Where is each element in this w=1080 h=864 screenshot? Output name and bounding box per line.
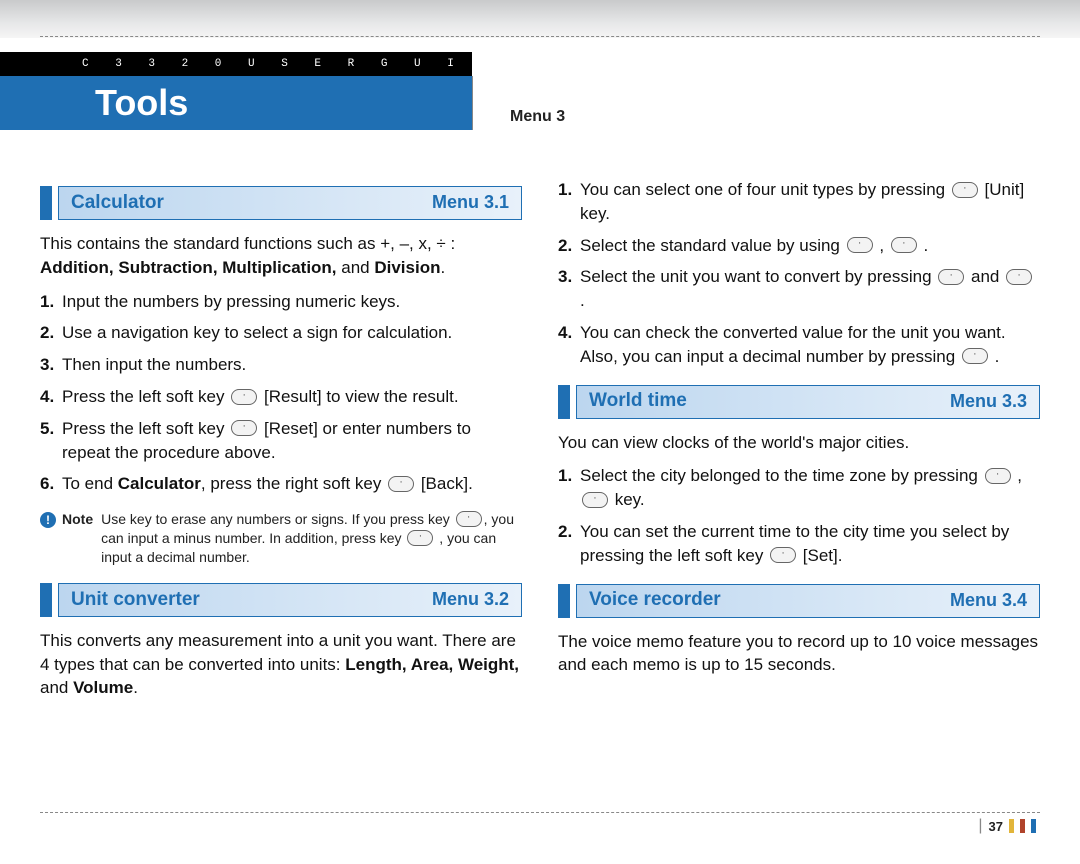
section-header-voice-recorder: Voice recorder Menu 3.4	[558, 584, 1040, 618]
section-header-calculator: Calculator Menu 3.1	[40, 186, 522, 220]
page-title-bar: Tools	[0, 76, 472, 130]
list-item: 2.You can set the current time to the ci…	[558, 520, 1040, 568]
list-item: 5.Press the left soft key [Reset] or ent…	[40, 417, 522, 465]
section-title: Calculator	[71, 190, 164, 217]
section-accent-bar-icon	[40, 583, 52, 617]
step-number: 6.	[40, 472, 62, 496]
softkey-icon	[231, 389, 257, 405]
calculator-intro: This contains the standard functions suc…	[40, 232, 522, 280]
page-footer: | 37	[40, 812, 1040, 834]
list-item: 3.Select the unit you want to convert by…	[558, 265, 1040, 313]
step-number: 2.	[40, 321, 62, 345]
world-time-intro: You can view clocks of the world's major…	[558, 431, 1040, 455]
softkey-icon	[456, 511, 482, 527]
step-text: Select the city belonged to the time zon…	[580, 464, 1040, 512]
list-item: 4.You can check the converted value for …	[558, 321, 1040, 369]
step-number: 2.	[558, 520, 580, 568]
section-accent-bar-icon	[558, 385, 570, 419]
step-text: Use a navigation key to select a sign fo…	[62, 321, 522, 345]
step-text: You can set the current time to the city…	[580, 520, 1040, 568]
note-text: Use key to erase any numbers or signs. I…	[101, 510, 522, 567]
section-menu-ref: Menu 3.4	[950, 588, 1027, 613]
softkey-icon	[407, 530, 433, 546]
softkey-icon	[1006, 269, 1032, 285]
softkey-icon	[770, 547, 796, 563]
step-text: Press the left soft key [Reset] or enter…	[62, 417, 522, 465]
step-number: 3.	[40, 353, 62, 377]
section-menu-ref: Menu 3.1	[432, 190, 509, 215]
softkey-icon	[985, 468, 1011, 484]
list-item: 4.Press the left soft key [Result] to vi…	[40, 385, 522, 409]
softkey-icon	[938, 269, 964, 285]
step-text: Select the unit you want to convert by p…	[580, 265, 1040, 313]
step-text: Input the numbers by pressing numeric ke…	[62, 290, 522, 314]
voice-recorder-intro: The voice memo feature you to record up …	[558, 630, 1040, 678]
right-column: 1.You can select one of four unit types …	[558, 170, 1040, 710]
info-badge-icon: !	[40, 512, 56, 528]
step-text: You can select one of four unit types by…	[580, 178, 1040, 226]
unit-converter-steps: 1.You can select one of four unit types …	[558, 178, 1040, 369]
list-item: 2.Use a navigation key to select a sign …	[40, 321, 522, 345]
content-columns: Calculator Menu 3.1 This contains the st…	[40, 170, 1040, 710]
section-accent-bar-icon	[40, 186, 52, 220]
step-number: 5.	[40, 417, 62, 465]
list-item: 1.Select the city belonged to the time z…	[558, 464, 1040, 512]
list-item: 1.Input the numbers by pressing numeric …	[40, 290, 522, 314]
footer-pipe-icon: |	[978, 817, 982, 835]
step-number: 1.	[40, 290, 62, 314]
section-title: Unit converter	[71, 587, 200, 614]
title-divider	[472, 76, 473, 130]
step-number: 1.	[558, 178, 580, 226]
list-item: 6.To end Calculator, press the right sof…	[40, 472, 522, 496]
section-menu-ref: Menu 3.3	[950, 389, 1027, 414]
softkey-icon	[388, 476, 414, 492]
step-text: You can check the converted value for th…	[580, 321, 1040, 369]
list-item: 3.Then input the numbers.	[40, 353, 522, 377]
section-header-unit-converter: Unit converter Menu 3.2	[40, 583, 522, 617]
step-text: To end Calculator, press the right soft …	[62, 472, 522, 496]
softkey-icon	[847, 237, 873, 253]
step-number: 2.	[558, 234, 580, 258]
left-column: Calculator Menu 3.1 This contains the st…	[40, 170, 522, 710]
section-header-world-time: World time Menu 3.3	[558, 385, 1040, 419]
section-menu-ref: Menu 3.2	[432, 587, 509, 612]
section-title: World time	[589, 388, 687, 415]
list-item: 2.Select the standard value by using , .	[558, 234, 1040, 258]
step-number: 4.	[40, 385, 62, 409]
eyebrow-bar: C 3 3 2 0 U S E R G U I D E	[0, 52, 472, 76]
section-accent-bar-icon	[558, 584, 570, 618]
calculator-steps: 1.Input the numbers by pressing numeric …	[40, 290, 522, 497]
footer-color-bar-3-icon	[1031, 819, 1036, 833]
step-text: Then input the numbers.	[62, 353, 522, 377]
calculator-note: ! Note Use key to erase any numbers or s…	[40, 510, 522, 567]
footer-color-bar-2-icon	[1020, 819, 1025, 833]
page-top-gradient	[0, 0, 1080, 38]
top-dashed-rule	[40, 36, 1040, 37]
step-text: Select the standard value by using , .	[580, 234, 1040, 258]
softkey-icon	[952, 182, 978, 198]
softkey-icon	[891, 237, 917, 253]
menu-breadcrumb: Menu 3	[510, 108, 565, 126]
note-label: Note	[62, 510, 93, 567]
step-number: 3.	[558, 265, 580, 313]
world-time-steps: 1.Select the city belonged to the time z…	[558, 464, 1040, 567]
step-number: 1.	[558, 464, 580, 512]
unit-converter-intro: This converts any measurement into a uni…	[40, 629, 522, 700]
footer-color-bar-1-icon	[1009, 819, 1014, 833]
softkey-icon	[962, 348, 988, 364]
list-item: 1.You can select one of four unit types …	[558, 178, 1040, 226]
step-text: Press the left soft key [Result] to view…	[62, 385, 522, 409]
softkey-icon	[582, 492, 608, 508]
section-title: Voice recorder	[589, 587, 721, 614]
page-number: 37	[989, 819, 1003, 834]
softkey-icon	[231, 420, 257, 436]
step-number: 4.	[558, 321, 580, 369]
